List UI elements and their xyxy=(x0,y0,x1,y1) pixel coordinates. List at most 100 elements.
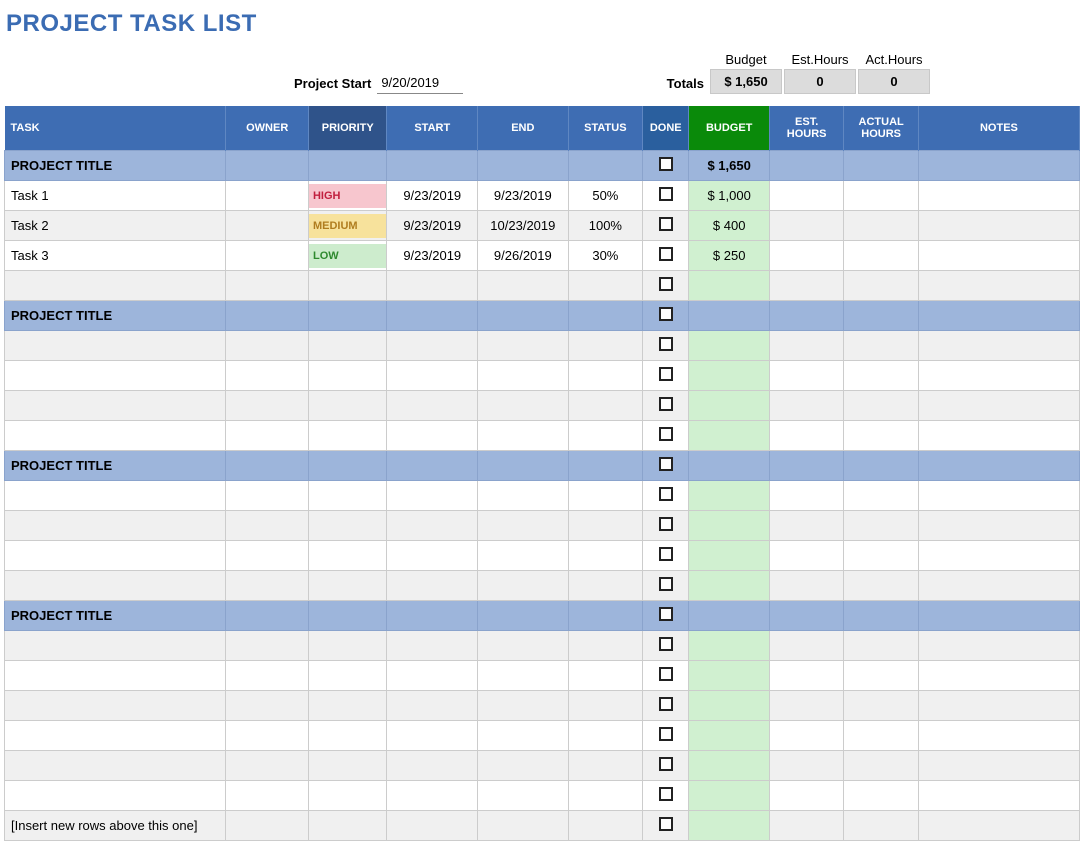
cell-priority[interactable]: LOW xyxy=(308,241,387,271)
cell-done[interactable] xyxy=(643,211,689,241)
cell-est[interactable] xyxy=(769,151,843,181)
cell-notes[interactable] xyxy=(918,691,1079,721)
cell-act[interactable] xyxy=(844,391,918,421)
cell-budget[interactable] xyxy=(689,301,770,331)
cell-done[interactable] xyxy=(643,691,689,721)
cell-act[interactable] xyxy=(844,151,918,181)
cell-start[interactable] xyxy=(387,751,478,781)
cell-notes[interactable] xyxy=(918,571,1079,601)
cell-end[interactable] xyxy=(478,331,569,361)
cell-done[interactable] xyxy=(643,601,689,631)
cell-est[interactable] xyxy=(769,211,843,241)
checkbox-icon[interactable] xyxy=(659,787,673,801)
cell-task[interactable]: PROJECT TITLE xyxy=(5,301,226,331)
checkbox-icon[interactable] xyxy=(659,367,673,381)
table-row[interactable] xyxy=(5,421,1080,451)
cell-est[interactable] xyxy=(769,451,843,481)
cell-budget[interactable] xyxy=(689,391,770,421)
cell-notes[interactable] xyxy=(918,211,1079,241)
cell-start[interactable] xyxy=(387,721,478,751)
cell-status[interactable] xyxy=(568,781,642,811)
cell-task[interactable] xyxy=(5,421,226,451)
cell-act[interactable] xyxy=(844,511,918,541)
cell-status[interactable] xyxy=(568,151,642,181)
cell-end[interactable] xyxy=(478,151,569,181)
cell-est[interactable] xyxy=(769,661,843,691)
cell-est[interactable] xyxy=(769,691,843,721)
table-row[interactable] xyxy=(5,481,1080,511)
checkbox-icon[interactable] xyxy=(659,157,673,171)
cell-est[interactable] xyxy=(769,421,843,451)
cell-budget[interactable] xyxy=(689,811,770,841)
cell-status[interactable] xyxy=(568,271,642,301)
checkbox-icon[interactable] xyxy=(659,217,673,231)
checkbox-icon[interactable] xyxy=(659,187,673,201)
table-row[interactable] xyxy=(5,331,1080,361)
cell-est[interactable] xyxy=(769,301,843,331)
cell-owner[interactable] xyxy=(226,751,309,781)
cell-done[interactable] xyxy=(643,751,689,781)
cell-notes[interactable] xyxy=(918,541,1079,571)
cell-owner[interactable] xyxy=(226,181,309,211)
cell-task[interactable] xyxy=(5,391,226,421)
cell-budget[interactable] xyxy=(689,481,770,511)
cell-budget[interactable] xyxy=(689,331,770,361)
cell-end[interactable] xyxy=(478,631,569,661)
cell-budget[interactable] xyxy=(689,541,770,571)
cell-priority[interactable]: MEDIUM xyxy=(308,211,387,241)
cell-act[interactable] xyxy=(844,301,918,331)
cell-end[interactable] xyxy=(478,451,569,481)
cell-status[interactable]: 50% xyxy=(568,181,642,211)
section-row[interactable]: PROJECT TITLE xyxy=(5,601,1080,631)
cell-owner[interactable] xyxy=(226,571,309,601)
col-status[interactable]: STATUS xyxy=(568,106,642,151)
cell-end[interactable] xyxy=(478,271,569,301)
cell-notes[interactable] xyxy=(918,631,1079,661)
cell-est[interactable] xyxy=(769,541,843,571)
table-row[interactable]: Task 3LOW9/23/20199/26/201930%$ 250 xyxy=(5,241,1080,271)
cell-end[interactable] xyxy=(478,361,569,391)
cell-task[interactable] xyxy=(5,721,226,751)
checkbox-icon[interactable] xyxy=(659,247,673,261)
cell-task[interactable] xyxy=(5,481,226,511)
cell-start[interactable] xyxy=(387,271,478,301)
cell-status[interactable] xyxy=(568,691,642,721)
cell-priority[interactable] xyxy=(308,361,387,391)
cell-owner[interactable] xyxy=(226,601,309,631)
cell-owner[interactable] xyxy=(226,211,309,241)
col-task[interactable]: TASK xyxy=(5,106,226,151)
table-row[interactable] xyxy=(5,721,1080,751)
cell-task[interactable]: Task 3 xyxy=(5,241,226,271)
cell-done[interactable] xyxy=(643,391,689,421)
cell-priority[interactable] xyxy=(308,451,387,481)
cell-act[interactable] xyxy=(844,481,918,511)
checkbox-icon[interactable] xyxy=(659,397,673,411)
cell-notes[interactable] xyxy=(918,421,1079,451)
cell-start[interactable] xyxy=(387,661,478,691)
col-est[interactable]: EST. HOURS xyxy=(769,106,843,151)
cell-budget[interactable] xyxy=(689,361,770,391)
cell-done[interactable] xyxy=(643,271,689,301)
cell-end[interactable] xyxy=(478,721,569,751)
table-row[interactable] xyxy=(5,661,1080,691)
cell-end[interactable]: 9/26/2019 xyxy=(478,241,569,271)
cell-budget[interactable] xyxy=(689,601,770,631)
cell-start[interactable]: 9/23/2019 xyxy=(387,181,478,211)
cell-notes[interactable] xyxy=(918,601,1079,631)
cell-budget[interactable] xyxy=(689,511,770,541)
cell-start[interactable] xyxy=(387,631,478,661)
cell-status[interactable] xyxy=(568,511,642,541)
cell-start[interactable] xyxy=(387,571,478,601)
checkbox-icon[interactable] xyxy=(659,337,673,351)
cell-act[interactable] xyxy=(844,361,918,391)
cell-start[interactable] xyxy=(387,511,478,541)
cell-est[interactable] xyxy=(769,811,843,841)
cell-start[interactable] xyxy=(387,361,478,391)
project-start-input[interactable] xyxy=(377,72,463,94)
cell-done[interactable] xyxy=(643,331,689,361)
cell-end[interactable] xyxy=(478,691,569,721)
cell-start[interactable] xyxy=(387,541,478,571)
cell-est[interactable] xyxy=(769,601,843,631)
cell-priority[interactable] xyxy=(308,421,387,451)
cell-done[interactable] xyxy=(643,481,689,511)
